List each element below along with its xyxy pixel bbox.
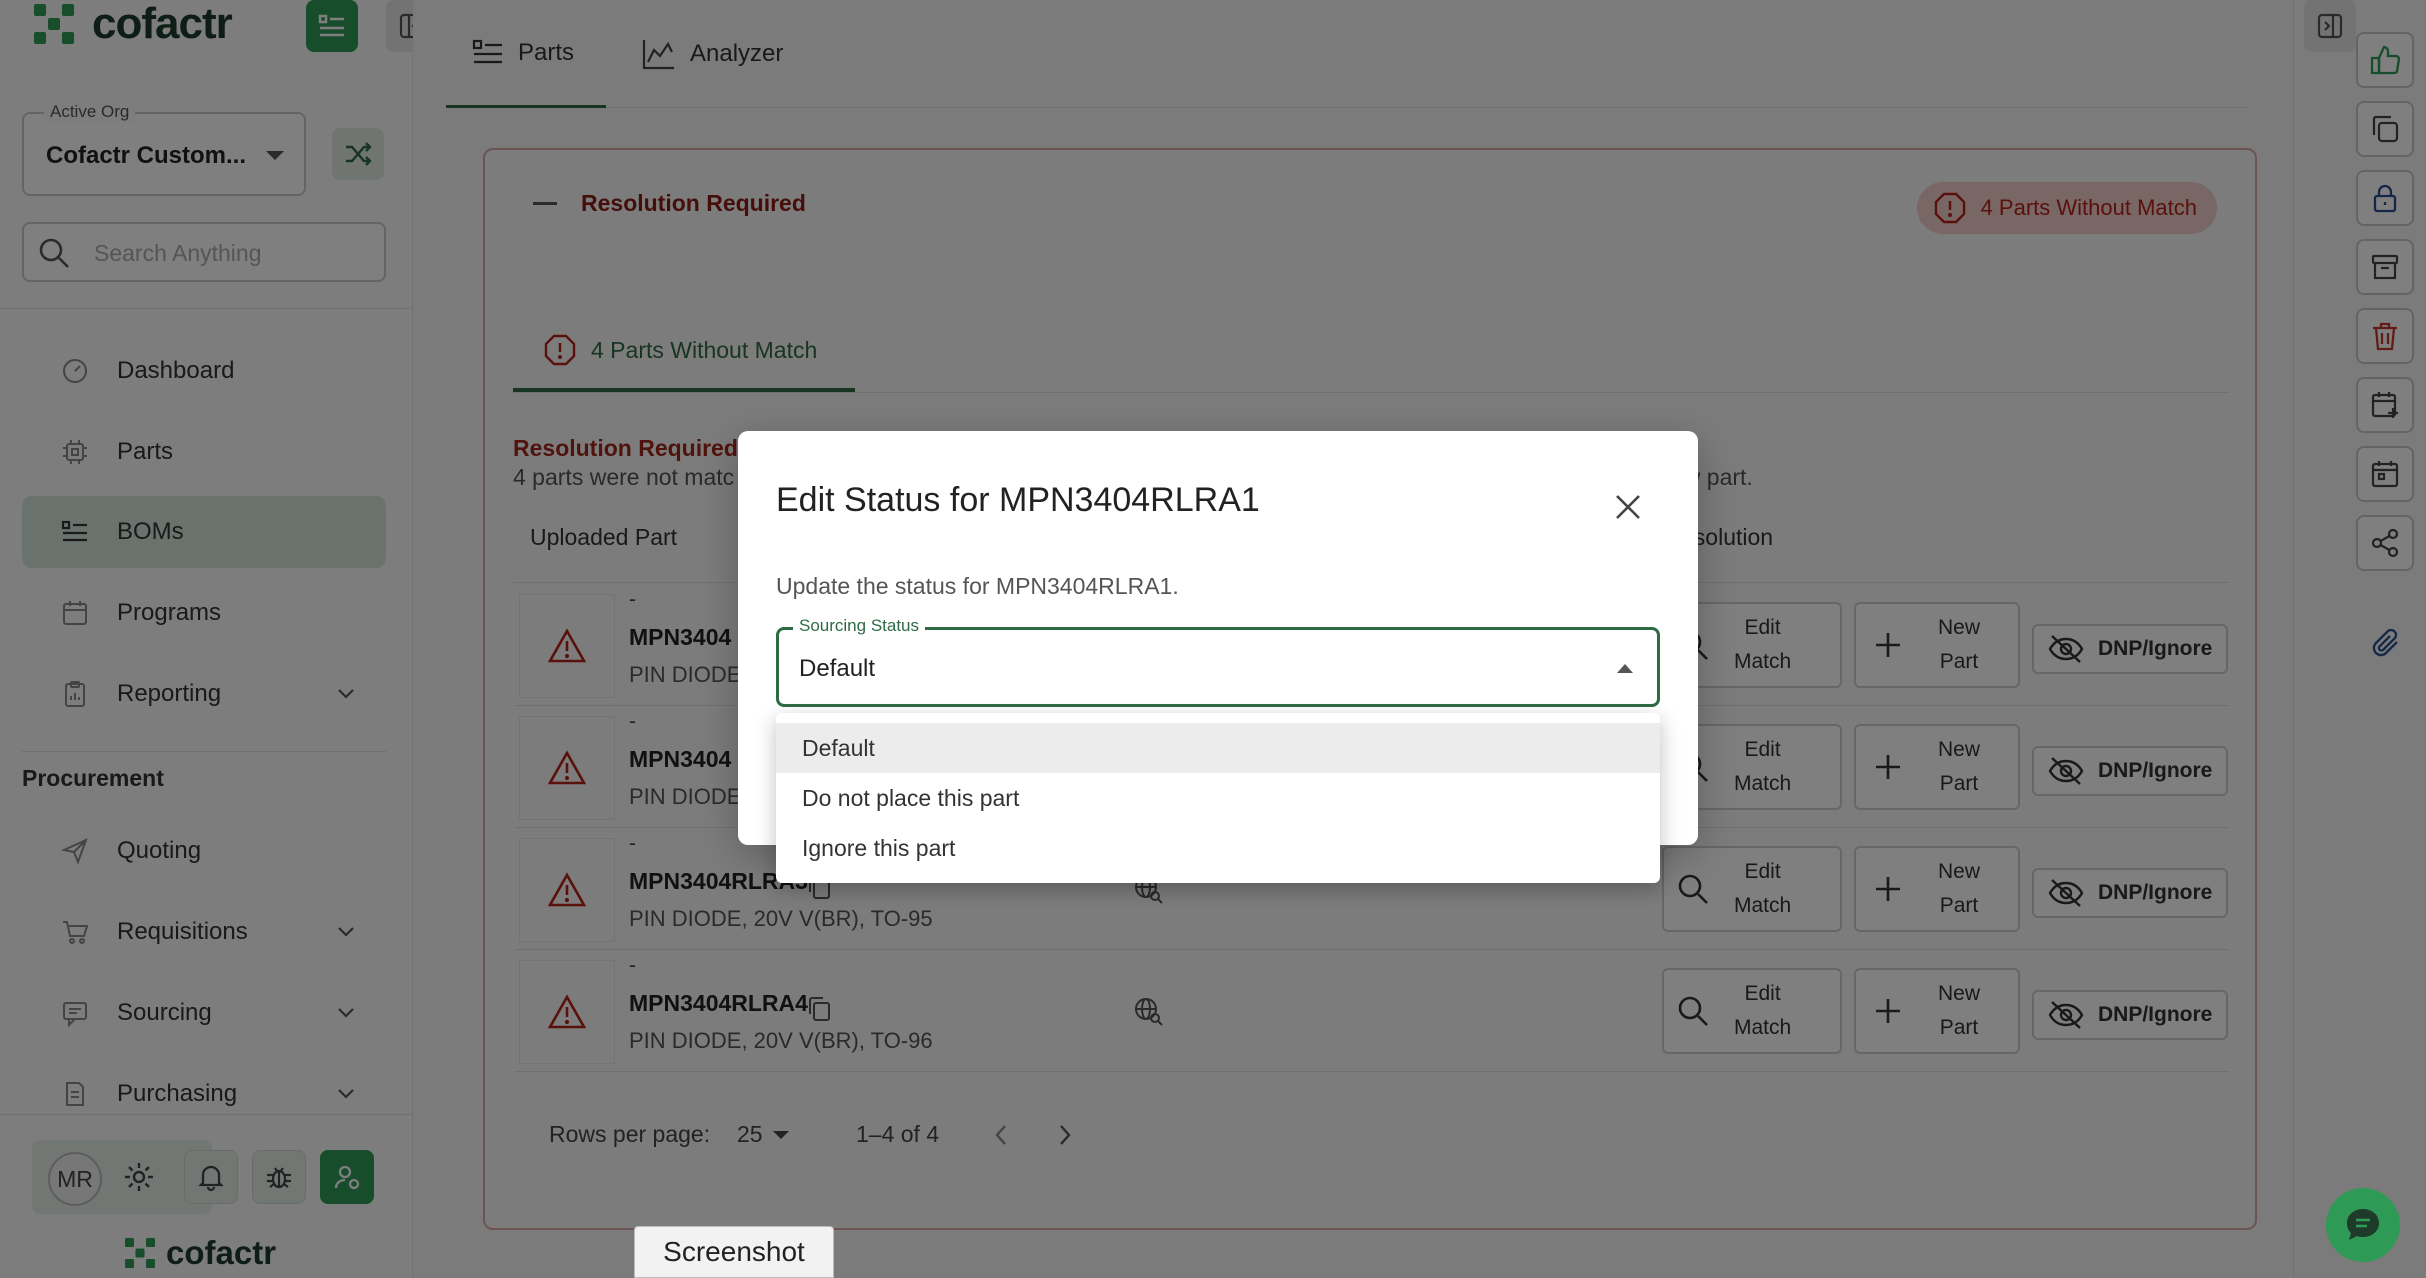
chat-icon: [2347, 1209, 2379, 1240]
sourcing-status-select[interactable]: Sourcing Status Default: [776, 616, 1660, 707]
close-button[interactable]: [1612, 491, 1644, 523]
screenshot-button[interactable]: Screenshot: [634, 1226, 834, 1278]
chevron-up-icon: [1617, 664, 1633, 673]
sourcing-status-label: Sourcing Status: [793, 616, 926, 636]
chat-button[interactable]: [2326, 1188, 2400, 1262]
dialog-title: Edit Status for MPN3404RLRA1: [776, 481, 1260, 519]
sourcing-status-options: Default Do not place this part Ignore th…: [776, 713, 1660, 883]
sourcing-status-value: Default: [799, 655, 876, 682]
option-do-not-place[interactable]: Do not place this part: [776, 773, 1660, 823]
close-icon: [1616, 495, 1640, 519]
option-ignore[interactable]: Ignore this part: [776, 823, 1660, 873]
dialog-description: Update the status for MPN3404RLRA1.: [776, 573, 1179, 599]
option-default[interactable]: Default: [776, 723, 1660, 773]
